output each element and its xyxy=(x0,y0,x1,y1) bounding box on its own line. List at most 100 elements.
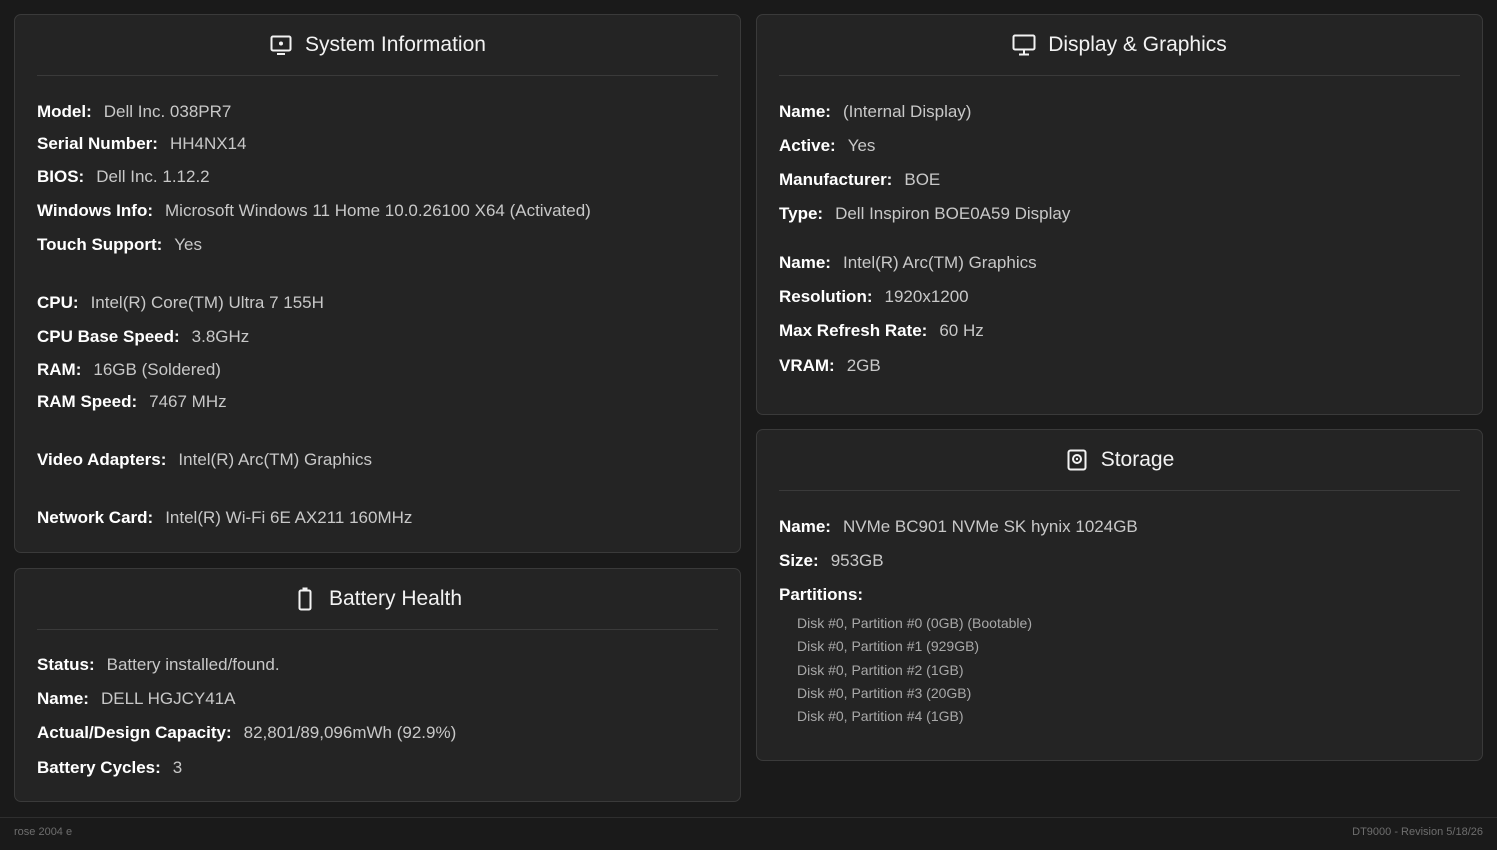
row-value: Intel(R) Arc(TM) Graphics xyxy=(178,450,373,469)
row-label: Name: xyxy=(779,102,831,121)
display-row-type: Type: Dell Inspiron BOE0A59 Display xyxy=(779,204,1070,224)
row-value: HH4NX14 xyxy=(169,134,247,153)
card-title: Storage xyxy=(1100,448,1175,471)
battery-row-status: Status: Battery installed/found. xyxy=(37,655,280,675)
partition-item: Disk #0, Partition #4 (1GB) xyxy=(797,708,964,724)
display-graphics-header: Display & Graphics xyxy=(779,15,1460,76)
partition-item: Disk #0, Partition #2 (1GB) xyxy=(797,662,964,678)
battery-health-card: Battery Health Status: Battery installed/… xyxy=(14,568,741,802)
row-value: DELL HGJCY41A xyxy=(100,689,236,708)
info-row-ram: RAM: 16GB (Soldered) xyxy=(37,360,221,380)
storage-partitions-heading: Partitions: xyxy=(779,585,875,605)
row-label: BIOS: xyxy=(37,167,85,186)
info-row-ram-speed: RAM Speed: 7467 MHz xyxy=(37,392,227,412)
footer: rose 2004 e DT9000 - Revision 5/18/26 xyxy=(0,817,1497,850)
row-value: 82,801/89,096mWh (92.9%) xyxy=(243,723,457,742)
row-label: Max Refresh Rate: xyxy=(779,321,928,340)
row-label: Network Card: xyxy=(37,508,154,527)
info-row-serial: Serial Number: HH4NX14 xyxy=(37,134,246,154)
row-label: Resolution: xyxy=(779,287,873,306)
row-value: 16GB (Soldered) xyxy=(93,360,221,379)
row-value: Yes xyxy=(174,235,203,254)
row-value: (Internal Display) xyxy=(842,102,972,121)
row-value: 3 xyxy=(172,758,183,777)
row-label: Serial Number: xyxy=(37,134,158,153)
row-label: Active: xyxy=(779,136,836,155)
row-label: Actual/Design Capacity: xyxy=(37,723,232,742)
hard-drive-icon xyxy=(1065,448,1089,472)
display-graphics-card: Display & Graphics Name: (Internal Displa… xyxy=(756,14,1483,415)
row-label: Partitions: xyxy=(779,585,864,604)
storage-header: Storage xyxy=(779,430,1460,491)
battery-health-header: Battery Health xyxy=(37,569,718,630)
row-label: Model: xyxy=(37,102,92,121)
battery-row-name: Name: DELL HGJCY41A xyxy=(37,689,235,709)
monitor-icon xyxy=(1012,33,1036,57)
row-value: 60 Hz xyxy=(939,321,984,340)
storage-row-size: Size: 953GB xyxy=(779,551,884,571)
row-label: Battery Cycles: xyxy=(37,758,161,777)
info-row-touch: Touch Support: Yes xyxy=(37,235,202,255)
row-label: Name: xyxy=(37,689,89,708)
row-value: Battery installed/found. xyxy=(106,655,280,674)
system-information-header: System Information xyxy=(37,15,718,76)
row-label: Status: xyxy=(37,655,95,674)
row-value: NVMe BC901 NVMe SK hynix 1024GB xyxy=(842,517,1138,536)
row-value: Yes xyxy=(847,136,876,155)
display-row-name: Name: (Internal Display) xyxy=(779,102,971,122)
monitor-dot-icon xyxy=(269,33,293,57)
graphics-row-resolution: Resolution: 1920x1200 xyxy=(779,287,969,307)
storage-row-name: Name: NVMe BC901 NVMe SK hynix 1024GB xyxy=(779,517,1138,537)
row-value: 2GB xyxy=(846,356,881,375)
battery-row-cycles: Battery Cycles: 3 xyxy=(37,758,182,778)
info-row-model: Model: Dell Inc. 038PR7 xyxy=(37,102,231,122)
row-label: Video Adapters: xyxy=(37,450,167,469)
info-row-cpu: CPU: Intel(R) Core(TM) Ultra 7 155H xyxy=(37,293,324,313)
row-value: 953GB xyxy=(830,551,884,570)
row-label: Name: xyxy=(779,517,831,536)
card-title: Battery Health xyxy=(328,587,463,610)
row-label: Manufacturer: xyxy=(779,170,893,189)
row-value: Intel(R) Core(TM) Ultra 7 155H xyxy=(90,293,324,312)
card-title: Display & Graphics xyxy=(1048,33,1227,56)
info-row-video-adapters: Video Adapters: Intel(R) Arc(TM) Graphics xyxy=(37,450,372,470)
row-label: RAM: xyxy=(37,360,82,379)
row-label: RAM Speed: xyxy=(37,392,138,411)
info-row-windows: Windows Info: Microsoft Windows 11 Home 1… xyxy=(37,201,591,221)
info-row-network-card: Network Card: Intel(R) Wi-Fi 6E AX211 160… xyxy=(37,508,412,528)
row-value: Intel(R) Arc(TM) Graphics xyxy=(842,253,1037,272)
graphics-row-name: Name: Intel(R) Arc(TM) Graphics xyxy=(779,253,1037,273)
row-value: BOE xyxy=(904,170,941,189)
row-label: Touch Support: xyxy=(37,235,163,254)
row-value: Intel(R) Wi-Fi 6E AX211 160MHz xyxy=(165,508,413,527)
row-label: CPU Base Speed: xyxy=(37,327,180,346)
info-row-cpu-speed: CPU Base Speed: 3.8GHz xyxy=(37,327,249,347)
system-information-card: System Information Model: Dell Inc. 038PR… xyxy=(14,14,741,553)
row-label: Name: xyxy=(779,253,831,272)
partition-item: Disk #0, Partition #3 (20GB) xyxy=(797,685,972,701)
row-value: Microsoft Windows 11 Home 10.0.26100 X64… xyxy=(165,201,591,220)
display-row-manufacturer: Manufacturer: BOE xyxy=(779,170,940,190)
partition-item: Disk #0, Partition #0 (0GB) (Bootable) xyxy=(797,615,1032,631)
row-value: 7467 MHz xyxy=(149,392,227,411)
footer-revision: DT9000 - Revision 5/18/26 xyxy=(1352,826,1483,838)
row-label: VRAM: xyxy=(779,356,835,375)
footer-credit: rose 2004 e xyxy=(14,826,73,838)
battery-icon xyxy=(293,587,317,611)
graphics-row-vram: VRAM: 2GB xyxy=(779,356,881,376)
display-row-active: Active: Yes xyxy=(779,136,875,156)
row-label: CPU: xyxy=(37,293,79,312)
row-value: Dell Inc. 1.12.2 xyxy=(96,167,210,186)
row-value: 1920x1200 xyxy=(884,287,969,306)
battery-row-capacity: Actual/Design Capacity: 82,801/89,096mWh … xyxy=(37,723,456,743)
row-value: 3.8GHz xyxy=(191,327,250,346)
graphics-row-refresh-rate: Max Refresh Rate: 60 Hz xyxy=(779,321,984,341)
row-label: Type: xyxy=(779,204,824,223)
info-row-bios: BIOS: Dell Inc. 1.12.2 xyxy=(37,167,210,187)
row-value: Dell Inc. 038PR7 xyxy=(103,102,232,121)
partition-item: Disk #0, Partition #1 (929GB) xyxy=(797,638,980,654)
storage-card: Storage Name: NVMe BC901 NVMe SK hynix 10… xyxy=(756,429,1483,761)
row-label: Size: xyxy=(779,551,819,570)
card-title: System Information xyxy=(305,33,486,56)
row-value: Dell Inspiron BOE0A59 Display xyxy=(835,204,1071,223)
